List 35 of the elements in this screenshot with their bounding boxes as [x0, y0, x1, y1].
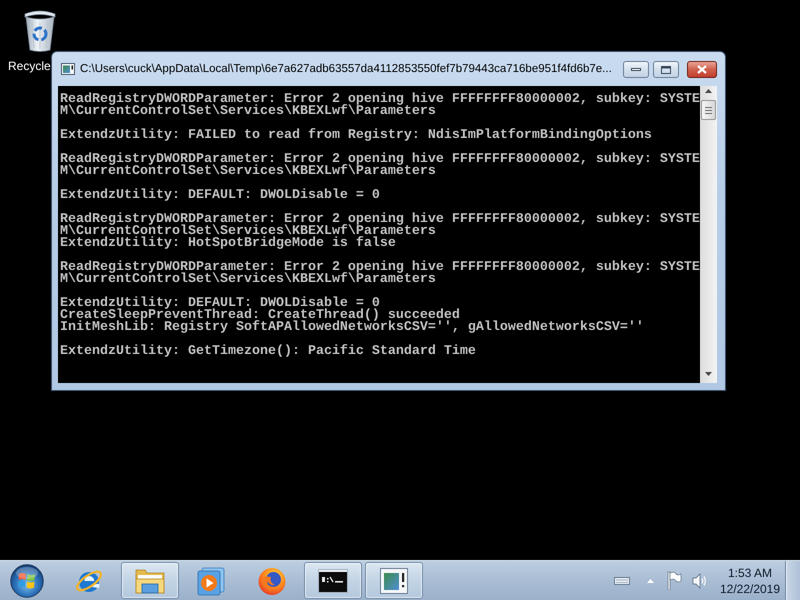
console-line: M\CurrentControlSet\Services\KBEXLwf\Parameters [60, 274, 436, 286]
scroll-up-icon[interactable] [705, 89, 712, 93]
maximize-button[interactable] [653, 61, 679, 78]
flame-globe-icon [257, 566, 287, 596]
console-line: InitMeshLib: Registry SoftAPAllowedNetworksCSV='', gAllowedNetworksCSV='' [60, 322, 644, 334]
console-line: M\CurrentControlSet\Services\KBEXLwf\Parameters [60, 166, 436, 178]
minimize-icon [631, 68, 641, 71]
terminal-icon [318, 568, 348, 592]
app-window-icon [380, 568, 408, 594]
app-window-icon[interactable] [61, 63, 75, 75]
clock-date[interactable]: 12/22/2019 [720, 582, 780, 596]
console-line: ExtendzUtility: DEFAULT: DWOLDisable = 0 [60, 190, 380, 202]
taskbar-button[interactable] [304, 562, 362, 599]
folder-icon [135, 566, 165, 594]
keyboard-icon[interactable] [614, 576, 630, 584]
close-button[interactable] [687, 61, 717, 78]
console-line: M\CurrentControlSet\Services\KBEXLwf\Parameters [60, 106, 436, 118]
desktop-icon-label[interactable]: Recycle [8, 59, 51, 73]
start-button[interactable] [10, 564, 44, 598]
scrollbar-thumb[interactable] [701, 100, 716, 120]
console-line: ExtendzUtility: FAILED to read from Registry: NdisImPlatformBindingOptions [60, 130, 652, 142]
clock-time[interactable]: 1:53 AM [728, 566, 772, 580]
flag-icon[interactable] [667, 571, 682, 590]
media-player-icon [196, 566, 226, 596]
recycle-bin-icon[interactable] [22, 8, 58, 52]
scroll-down-icon[interactable] [705, 372, 712, 376]
maximize-icon [661, 66, 671, 74]
close-icon [697, 65, 707, 74]
vertical-scrollbar[interactable] [700, 86, 717, 383]
window-title: C:\Users\cuck\AppData\Local\Temp\6e7a627adb63557da4112853550fef7b79443ca716be951f4fd6b7e... [80, 62, 612, 77]
show-desktop-button[interactable] [785, 561, 800, 600]
minimize-button[interactable] [623, 61, 649, 78]
speaker-icon[interactable] [692, 572, 707, 590]
console-line: ExtendzUtility: HotSpotBridgeMode is false [60, 238, 396, 250]
console-line: ExtendzUtility: GetTimezone(): Pacific Standard Time [60, 346, 476, 358]
